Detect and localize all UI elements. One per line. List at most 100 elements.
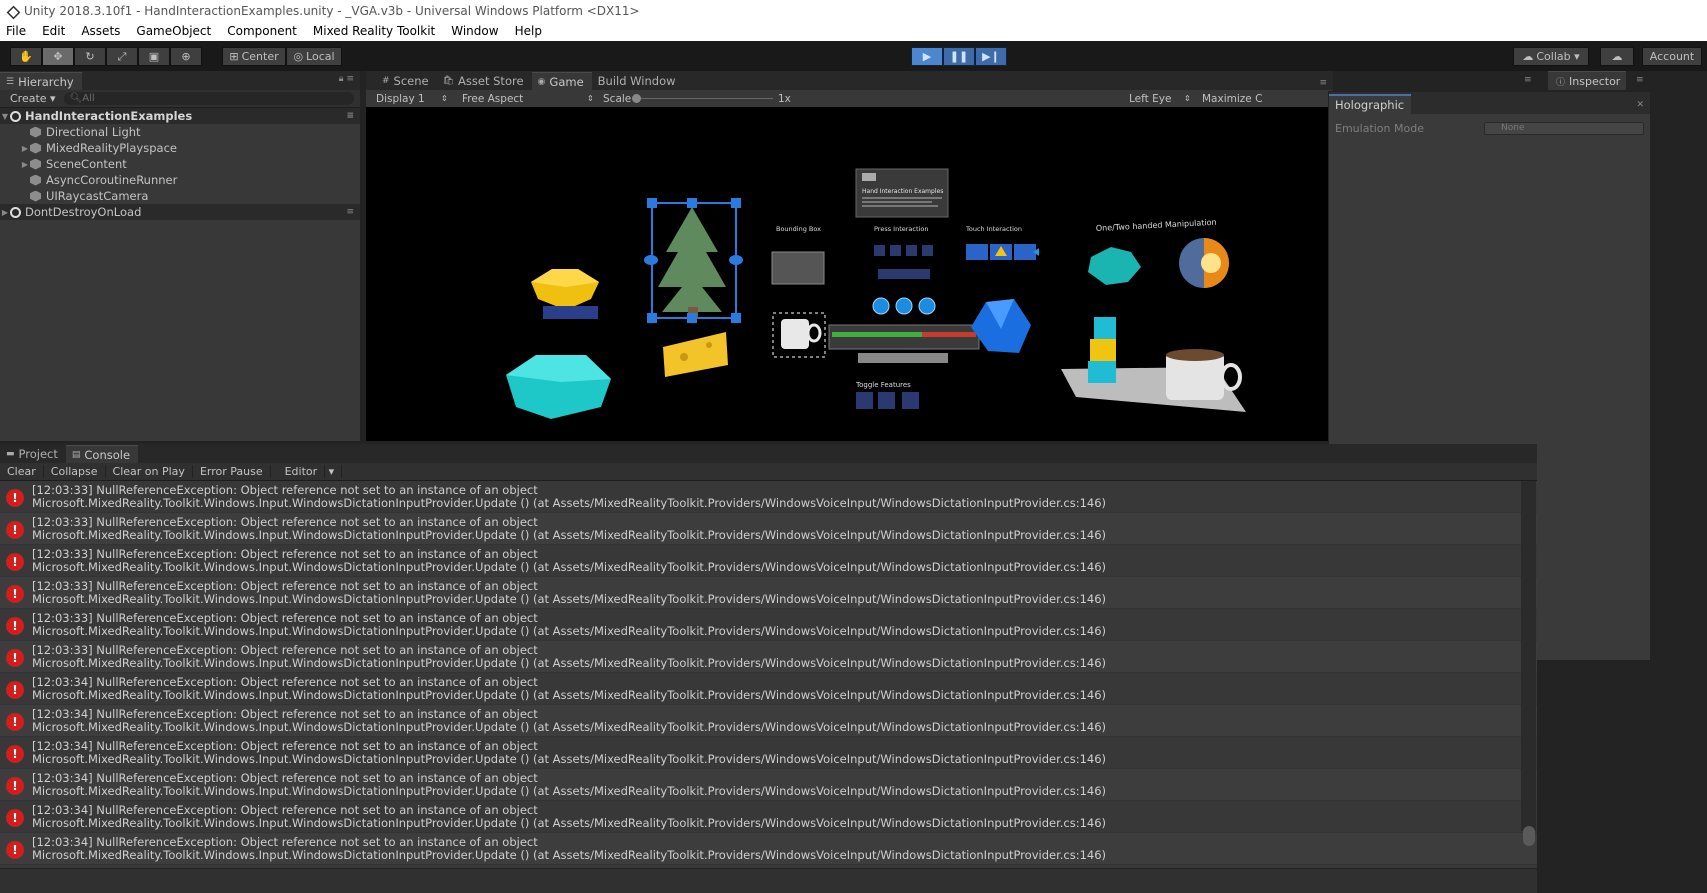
- aspect-dropdown[interactable]: Free Aspect: [462, 93, 523, 105]
- play-icon[interactable]: ▶: [911, 47, 943, 66]
- hierarchy-tabstrip: ☰ Hierarchy 🔒︎ ≡: [0, 71, 360, 90]
- pause-icon[interactable]: ❚❚: [943, 47, 975, 66]
- rotate-tool-icon[interactable]: ↻: [74, 47, 106, 66]
- log-text: [12:03:34] NullReferenceException: Objec…: [32, 804, 1106, 830]
- account-label: Account: [1649, 50, 1695, 63]
- console-scrollbar[interactable]: [1521, 481, 1536, 831]
- tab-inspector[interactable]: ⓘ Inspector: [1548, 71, 1626, 90]
- clear-button[interactable]: Clear: [0, 465, 44, 478]
- lock-icon[interactable]: 🔒︎ ≡: [339, 74, 354, 84]
- log-entry[interactable]: ! [12:03:33] NullReferenceException: Obje…: [0, 545, 1537, 577]
- log-entry[interactable]: ! [12:03:34] NullReferenceException: Obje…: [0, 673, 1537, 705]
- tab-game[interactable]: ◉ Game: [531, 72, 592, 90]
- editor-label: Editor: [277, 465, 326, 478]
- scale-slider[interactable]: [638, 98, 773, 99]
- hierarchy-item[interactable]: ▶ SceneContent: [0, 156, 360, 172]
- display-arrow-icon: ⇕: [441, 94, 448, 103]
- pivot-center-button[interactable]: ⊞ Center: [222, 47, 286, 66]
- hierarchy-panel: ☰ Hierarchy 🔒︎ ≡ Create ▾ 🔍︎All ▼ HandInt…: [0, 71, 360, 441]
- console-detail-pane[interactable]: [0, 868, 1537, 893]
- tab-project[interactable]: ▬ Project: [0, 445, 66, 463]
- emulation-mode-dropdown[interactable]: None: [1484, 122, 1644, 135]
- expand-arrow-icon[interactable]: ▶: [0, 208, 10, 217]
- tab-build-window[interactable]: Build Window: [591, 72, 684, 90]
- account-button[interactable]: Account: [1642, 47, 1702, 66]
- log-entry[interactable]: ! [12:03:34] NullReferenceException: Obje…: [0, 705, 1537, 737]
- menu-file[interactable]: File: [0, 24, 34, 38]
- log-entry[interactable]: ! [12:03:34] NullReferenceException: Obje…: [0, 833, 1537, 865]
- console-log-list[interactable]: ! [12:03:33] NullReferenceException: Obje…: [0, 481, 1537, 865]
- menu-gameobject[interactable]: GameObject: [128, 24, 219, 38]
- create-label: Create: [10, 92, 47, 105]
- game-controller-icon: ◉: [537, 76, 546, 87]
- log-entry[interactable]: ! [12:03:34] NullReferenceException: Obje…: [0, 801, 1537, 833]
- eye-dropdown[interactable]: Left Eye: [1129, 93, 1171, 105]
- pivot-local-button[interactable]: ◎ Local: [286, 47, 342, 66]
- dontdestroy-row[interactable]: ▶ DontDestroyOnLoad ≡: [0, 204, 360, 220]
- collab-label: Collab: [1536, 50, 1571, 63]
- game-viewport[interactable]: Hand Interaction Examples Bounding Box P…: [366, 107, 1333, 441]
- window-close-icon[interactable]: ✕: [1636, 100, 1644, 110]
- hand-tool-icon[interactable]: ✋: [10, 47, 42, 66]
- tab-holographic[interactable]: Holographic: [1329, 94, 1411, 114]
- tab-console[interactable]: ▤ Console: [65, 445, 139, 463]
- log-entry[interactable]: ! [12:03:33] NullReferenceException: Obje…: [0, 641, 1537, 673]
- move-tool-icon[interactable]: ✥: [42, 47, 74, 66]
- menu-component[interactable]: Component: [219, 24, 305, 38]
- log-entry[interactable]: ! [12:03:33] NullReferenceException: Obje…: [0, 609, 1537, 641]
- yellow-gem-object: [531, 269, 599, 319]
- tab-scene[interactable]: # Scene: [376, 72, 437, 90]
- step-icon[interactable]: ▶❙: [975, 47, 1007, 66]
- hierarchy-item-label: MixedRealityPlayspace: [46, 141, 177, 155]
- expand-arrow-icon[interactable]: ▶: [20, 144, 30, 153]
- display-dropdown[interactable]: Display 1: [376, 93, 425, 105]
- scale-tool-icon[interactable]: ⤢: [106, 47, 138, 66]
- console-scrollbar-thumb[interactable]: [1523, 826, 1535, 846]
- hierarchy-item[interactable]: AsyncCoroutineRunner: [0, 172, 360, 188]
- menu-edit[interactable]: Edit: [34, 24, 73, 38]
- transform-tool-icon[interactable]: ⊕: [170, 47, 202, 66]
- log-line-2: Microsoft.MixedReality.Toolkit.Windows.I…: [32, 496, 1107, 510]
- collab-button[interactable]: ☁ Collab ▾: [1513, 47, 1589, 66]
- scene-row[interactable]: ▼ HandInteractionExamples ≡: [0, 108, 360, 124]
- clear-on-play-button[interactable]: Clear on Play: [106, 465, 193, 478]
- editor-dropdown[interactable]: Editor ▾: [271, 465, 343, 478]
- hierarchy-item[interactable]: UIRaycastCamera: [0, 188, 360, 204]
- tab-asset-store[interactable]: 🛍︎ Asset Store: [436, 72, 532, 90]
- holographic-tab-label: Holographic: [1335, 98, 1405, 112]
- create-dropdown[interactable]: Create ▾: [10, 92, 56, 105]
- pivot-label: Center: [241, 50, 279, 63]
- panel-menu-icon[interactable]: ≡: [1636, 75, 1644, 85]
- log-entry[interactable]: ! [12:03:33] NullReferenceException: Obje…: [0, 577, 1537, 609]
- scale-slider-thumb[interactable]: [632, 94, 641, 103]
- log-entry[interactable]: ! [12:03:34] NullReferenceException: Obje…: [0, 769, 1537, 801]
- hierarchy-item[interactable]: ▶ MixedRealityPlayspace: [0, 140, 360, 156]
- log-line-2: Microsoft.MixedReality.Toolkit.Windows.I…: [32, 848, 1107, 862]
- tab-hierarchy[interactable]: ☰ Hierarchy: [0, 72, 82, 90]
- menu-mixed-reality-toolkit[interactable]: Mixed Reality Toolkit: [305, 24, 443, 38]
- log-entry[interactable]: ! [12:03:34] NullReferenceException: Obje…: [0, 737, 1537, 769]
- rect-tool-icon[interactable]: ▣: [138, 47, 170, 66]
- log-entry[interactable]: ! [12:03:33] NullReferenceException: Obje…: [0, 481, 1537, 513]
- menu-help[interactable]: Help: [507, 24, 550, 38]
- row-menu-icon[interactable]: ≡: [346, 207, 354, 217]
- error-pause-button[interactable]: Error Pause: [193, 465, 271, 478]
- menu-window[interactable]: Window: [443, 24, 506, 38]
- cloud-icon[interactable]: ☁: [1600, 47, 1634, 66]
- hierarchy-item[interactable]: Directional Light: [0, 124, 360, 140]
- scene-icon: [10, 110, 21, 122]
- hierarchy-search-input[interactable]: 🔍︎All: [63, 92, 354, 105]
- panel-menu-icon[interactable]: ≡: [1319, 78, 1327, 88]
- expand-arrow-icon[interactable]: ▶: [20, 160, 30, 169]
- services-group: ☁: [1600, 47, 1634, 66]
- maximize-toggle[interactable]: Maximize C: [1202, 93, 1262, 105]
- bounding-box-label: Bounding Box: [776, 225, 821, 233]
- error-icon: !: [6, 553, 24, 571]
- log-line-2: Microsoft.MixedReality.Toolkit.Windows.I…: [32, 720, 1107, 734]
- expand-arrow-icon[interactable]: ▼: [0, 112, 10, 121]
- log-entry[interactable]: ! [12:03:33] NullReferenceException: Obje…: [0, 513, 1537, 545]
- row-menu-icon[interactable]: ≡: [346, 111, 354, 121]
- menu-assets[interactable]: Assets: [73, 24, 128, 38]
- panel-menu-icon[interactable]: ≡: [1524, 75, 1532, 85]
- collapse-button[interactable]: Collapse: [44, 465, 106, 478]
